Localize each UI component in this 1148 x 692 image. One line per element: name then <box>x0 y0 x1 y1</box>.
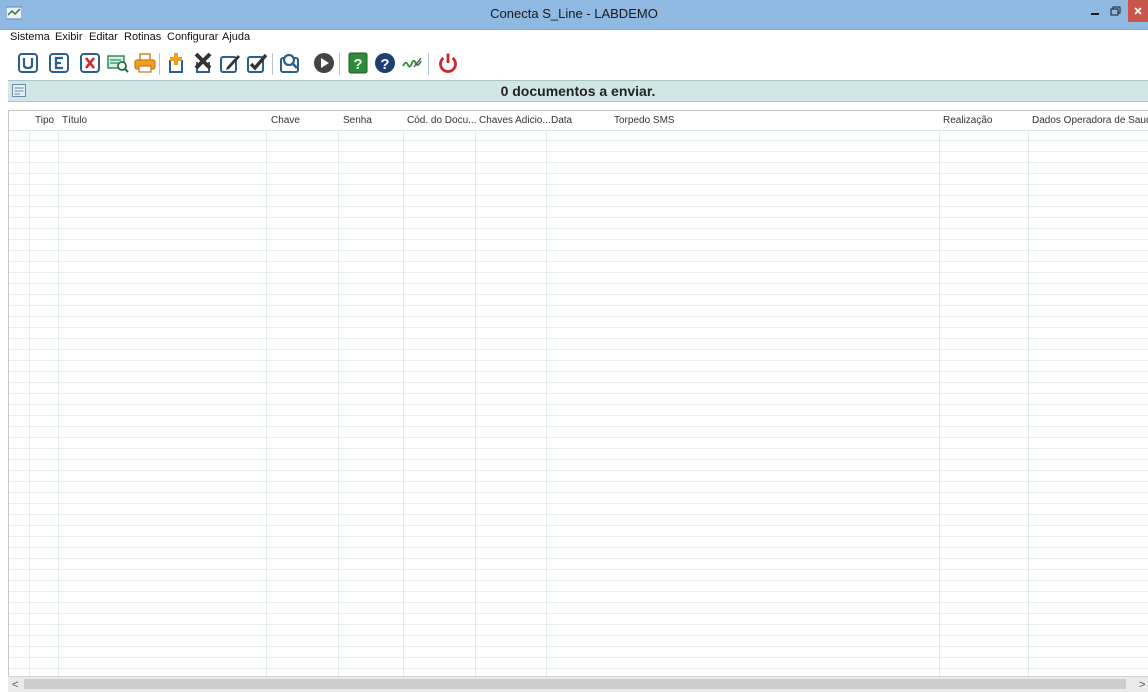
help-book-button[interactable]: ? <box>346 51 370 75</box>
power-icon <box>439 53 457 73</box>
export-icon <box>49 53 69 73</box>
menu-bar: Sistema Exibir Editar Rotinas Configurar… <box>0 30 1148 46</box>
toolbar: ? ? <box>0 46 1148 80</box>
menu-sistema[interactable]: Sistema <box>10 31 50 43</box>
exit-button[interactable] <box>436 51 460 75</box>
restore-icon <box>1110 6 1121 16</box>
menu-rotinas[interactable]: Rotinas <box>124 31 161 43</box>
column-divider <box>266 111 267 676</box>
column-header-titulo[interactable]: Título <box>62 115 87 126</box>
scroll-left-arrow[interactable]: < <box>12 679 18 691</box>
menu-configurar[interactable]: Configurar <box>167 31 218 43</box>
svg-text:?: ? <box>353 56 362 73</box>
maximize-button[interactable] <box>1104 0 1128 22</box>
toolbar-separator <box>428 53 429 75</box>
remove-icon <box>194 52 212 73</box>
edit-button[interactable] <box>218 51 242 75</box>
column-divider <box>939 111 940 676</box>
remove-button[interactable] <box>191 51 215 75</box>
column-header-senha[interactable]: Senha <box>343 115 372 126</box>
scroll-thumb[interactable] <box>24 679 1126 689</box>
help-book-icon: ? <box>348 52 368 74</box>
column-divider <box>29 111 30 676</box>
title-bar: Conecta S_Line - LABDEMO <box>0 0 1148 30</box>
edit-icon <box>220 55 240 73</box>
signature-icon <box>402 57 422 68</box>
column-divider <box>546 111 547 676</box>
horizontal-scrollbar[interactable]: < > <box>8 676 1148 692</box>
column-header-realizacao[interactable]: Realização <box>943 115 992 126</box>
documents-count-text: 0 documentos a enviar. <box>500 83 656 99</box>
column-header-cod-documento[interactable]: Cód. do Docu... <box>407 115 476 126</box>
import-button[interactable] <box>16 51 40 75</box>
preview-button[interactable] <box>106 51 130 75</box>
column-header-chave[interactable]: Chave <box>271 115 300 126</box>
question-button[interactable]: ? <box>373 51 397 75</box>
column-header-torpedo-sms[interactable]: Torpedo SMS <box>614 115 675 126</box>
play-icon <box>314 53 334 73</box>
column-divider <box>1028 111 1029 676</box>
column-divider <box>58 111 59 676</box>
close-button[interactable] <box>1128 0 1148 22</box>
window-title: Conecta S_Line - LABDEMO <box>490 6 658 21</box>
menu-ajuda[interactable]: Ajuda <box>222 31 250 43</box>
add-icon <box>169 53 183 73</box>
column-header-data[interactable]: Data <box>551 115 572 126</box>
column-divider <box>475 111 476 676</box>
toolbar-separator <box>159 53 160 75</box>
toolbar-separator <box>339 53 340 75</box>
column-header-chaves-adicionais[interactable]: Chaves Adicio... <box>479 115 551 126</box>
import-icon <box>18 53 38 73</box>
run-button[interactable] <box>312 51 336 75</box>
signature-button[interactable] <box>400 51 424 75</box>
column-divider <box>403 111 404 676</box>
search-button[interactable] <box>278 51 302 75</box>
svg-text:?: ? <box>380 56 389 73</box>
print-button[interactable] <box>133 51 157 75</box>
menu-editar[interactable]: Editar <box>89 31 118 43</box>
approve-button[interactable] <box>245 51 269 75</box>
documents-grid[interactable]: Tipo Título Chave Senha Cód. do Docu... … <box>8 110 1148 676</box>
export-button[interactable] <box>47 51 71 75</box>
menu-exibir[interactable]: Exibir <box>55 31 83 43</box>
minimize-icon <box>1091 13 1099 15</box>
toolbar-separator <box>272 53 273 75</box>
status-bar: 0 documentos a enviar. <box>8 80 1148 102</box>
print-icon <box>134 53 156 73</box>
column-header-tipo[interactable]: Tipo <box>35 115 54 126</box>
grid-header: Tipo Título Chave Senha Cód. do Docu... … <box>9 111 1148 131</box>
delete-icon <box>80 53 100 73</box>
close-icon <box>1134 7 1142 15</box>
approve-icon <box>247 53 268 73</box>
column-header-dados-operadora[interactable]: Dados Operadora de Saude <box>1032 115 1148 126</box>
question-icon: ? <box>375 53 395 73</box>
column-divider <box>338 111 339 676</box>
search-icon <box>280 53 299 73</box>
preview-icon <box>107 55 129 73</box>
add-button[interactable] <box>164 51 188 75</box>
scroll-right-arrow[interactable]: > <box>1139 679 1145 691</box>
delete-button[interactable] <box>78 51 102 75</box>
